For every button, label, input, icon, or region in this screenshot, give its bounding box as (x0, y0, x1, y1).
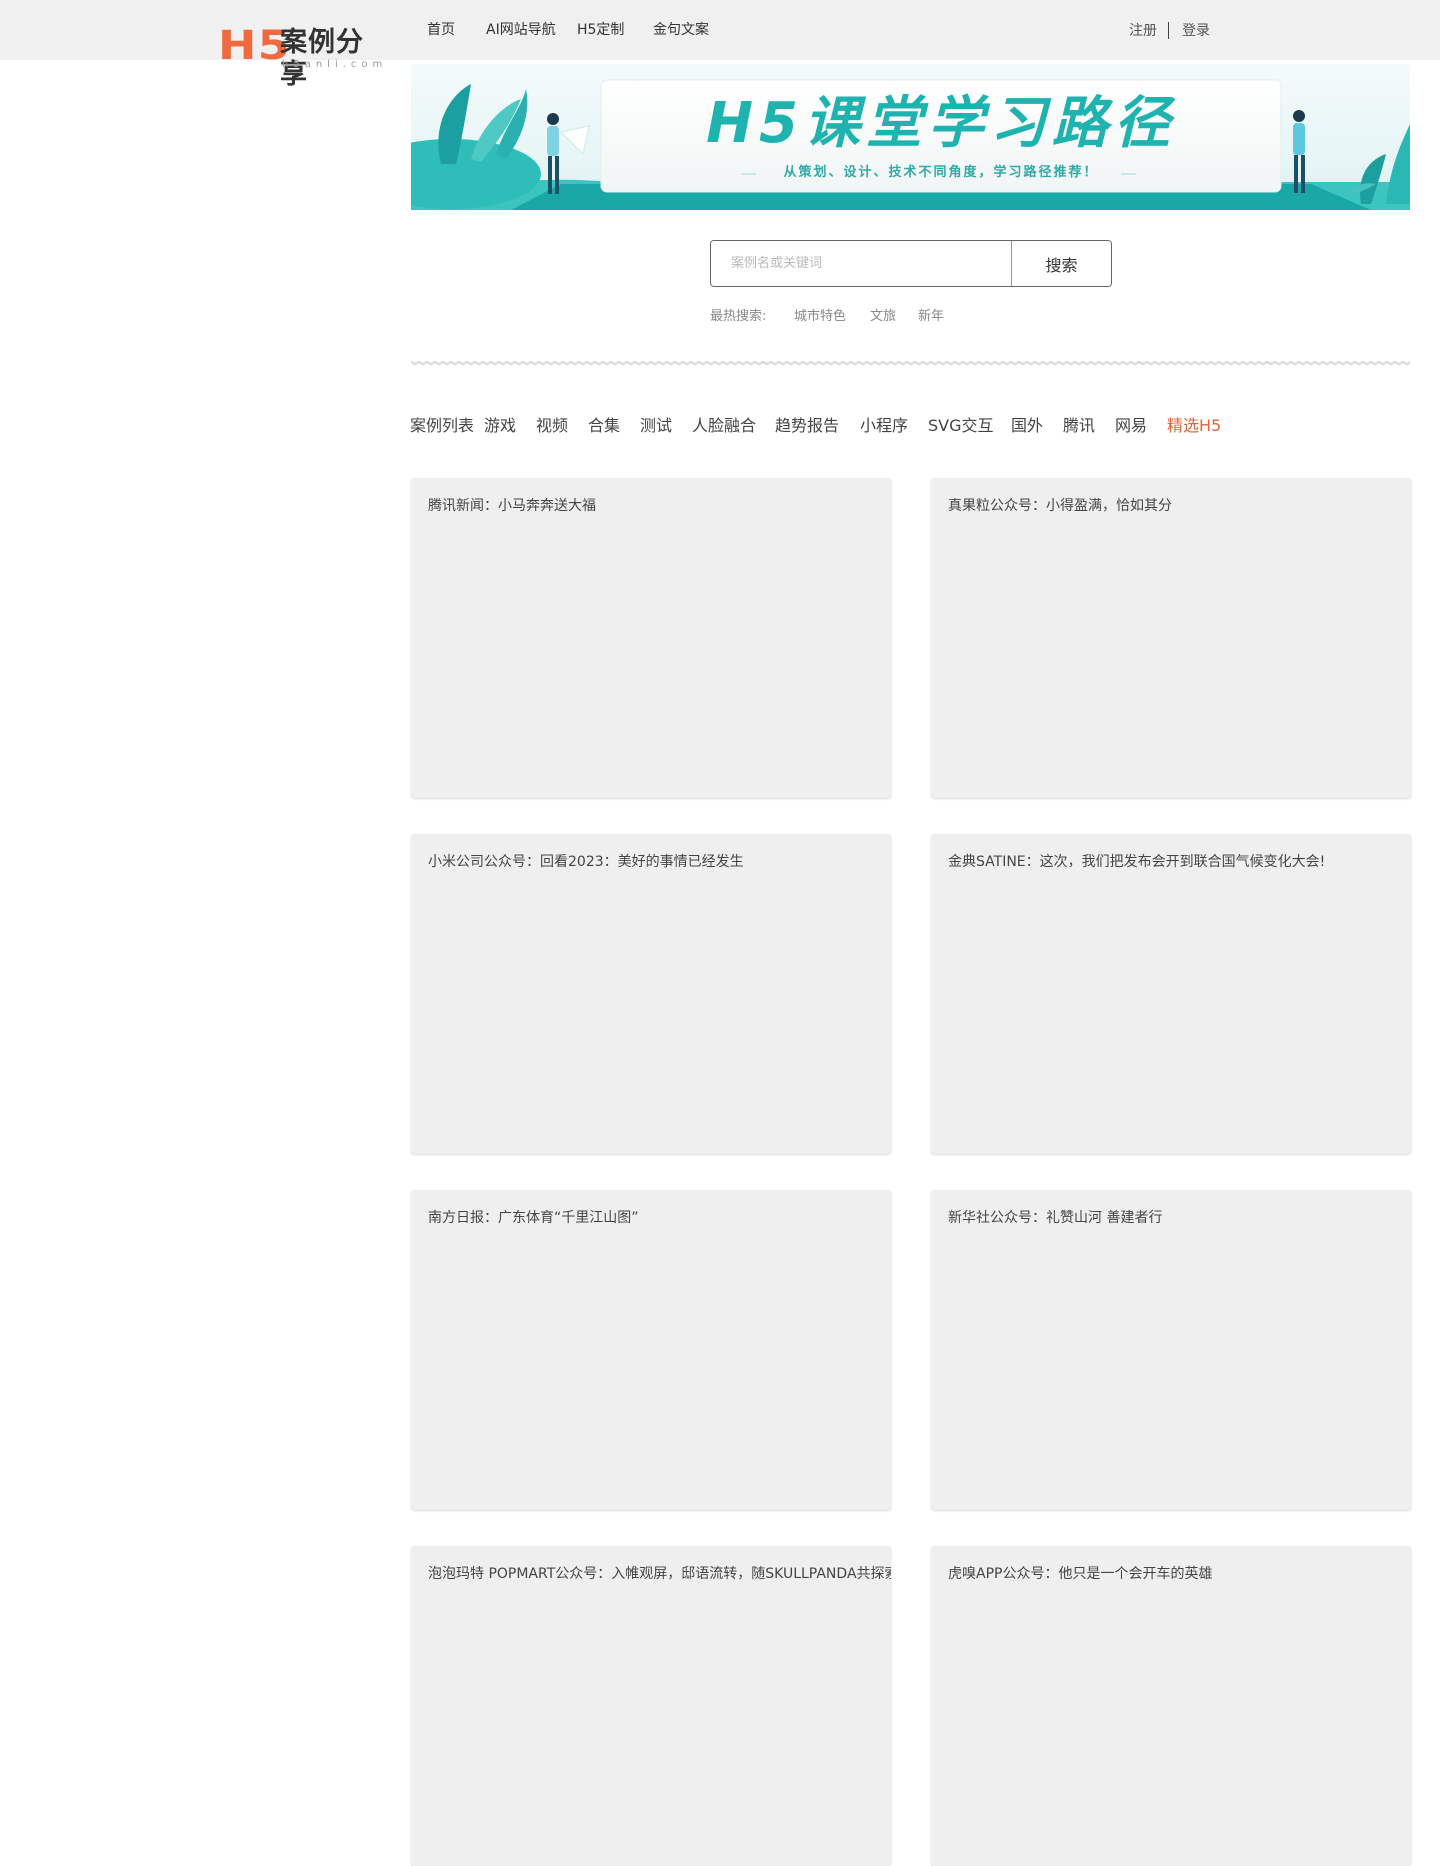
category-collection[interactable]: 合集 (588, 415, 620, 437)
case-card-title: 真果粒公众号：小得盈满，恰如其分 (948, 498, 1172, 514)
nav-item-h5-custom[interactable]: H5定制 (577, 20, 624, 40)
category-svg-interactive[interactable]: SVG交互 (928, 415, 994, 437)
category-overseas[interactable]: 国外 (1011, 415, 1043, 437)
top-bar (0, 0, 1440, 60)
category-trend-report[interactable]: 趋势报告 (775, 415, 839, 437)
case-card[interactable]: 新华社公众号：礼赞山河 善建者行 (931, 1190, 1411, 1510)
case-card[interactable]: 腾讯新闻：小马奔奔送大福 (411, 478, 891, 798)
login-link[interactable]: 登录 (1182, 21, 1210, 41)
case-card-title: 虎嗅APP公众号：他只是一个会开车的英雄 (948, 1566, 1213, 1582)
case-card[interactable]: 金典SATINE：这次，我们把发布会开到联合国气候变化大会! (931, 834, 1411, 1154)
auth-divider (1168, 22, 1169, 39)
case-card[interactable]: 小米公司公众号：回看2023：美好的事情已经发生 (411, 834, 891, 1154)
hot-search-label: 最热搜索: (710, 309, 767, 324)
category-video[interactable]: 视频 (536, 415, 568, 437)
category-games[interactable]: 游戏 (484, 415, 516, 437)
category-netease[interactable]: 网易 (1115, 415, 1147, 437)
search-box: 搜索 (710, 240, 1112, 287)
category-list-label[interactable]: 案例列表 (410, 415, 474, 437)
category-featured-h5[interactable]: 精选H5 (1167, 415, 1221, 437)
case-card-title: 金典SATINE：这次，我们把发布会开到联合国气候变化大会! (948, 854, 1326, 870)
case-card-title: 南方日报：广东体育“千里江山图” (428, 1210, 639, 1226)
case-card-title: 腾讯新闻：小马奔奔送大福 (428, 498, 596, 514)
hot-search-term[interactable]: 城市特色 (794, 307, 846, 327)
case-card-title: 小米公司公众号：回看2023：美好的事情已经发生 (428, 854, 744, 870)
hot-search-term[interactable]: 新年 (918, 307, 944, 327)
site-logo[interactable]: H5 案例分享 h5anli.com (218, 22, 388, 90)
category-test[interactable]: 测试 (640, 415, 672, 437)
nav-item-home[interactable]: 首页 (427, 20, 455, 40)
case-card[interactable]: 南方日报：广东体育“千里江山图” (411, 1190, 891, 1510)
nav-item-ai-nav[interactable]: AI网站导航 (486, 20, 556, 40)
logo-domain: h5anli.com (282, 59, 388, 70)
category-tencent[interactable]: 腾讯 (1063, 415, 1095, 437)
case-card[interactable]: 虎嗅APP公众号：他只是一个会开车的英雄 (931, 1546, 1411, 1866)
case-card[interactable]: 真果粒公众号：小得盈满，恰如其分 (931, 478, 1411, 798)
category-face-fusion[interactable]: 人脸融合 (692, 415, 756, 437)
case-card[interactable]: 泡泡玛特 POPMART公众号：入帷观屏，邸语流转，随SKULLPANDA共探索 (411, 1546, 891, 1866)
hot-search-term[interactable]: 文旅 (870, 307, 896, 327)
promo-banner[interactable]: H5课堂学习路径 从策划、设计、技术不同角度，学习路径推荐！ (411, 64, 1410, 210)
wavy-divider (411, 361, 1410, 365)
category-mini-program[interactable]: 小程序 (860, 415, 908, 437)
register-link[interactable]: 注册 (1129, 21, 1157, 41)
banner-title: H5课堂学习路径 (706, 91, 1176, 156)
banner-subtitle: 从策划、设计、技术不同角度，学习路径推荐！ (783, 165, 1099, 180)
case-card-title: 新华社公众号：礼赞山河 善建者行 (948, 1210, 1163, 1226)
search-input[interactable] (711, 241, 1011, 286)
case-card-title: 泡泡玛特 POPMART公众号：入帷观屏，邸语流转，随SKULLPANDA共探索 (428, 1566, 891, 1582)
search-button[interactable]: 搜索 (1012, 241, 1111, 286)
nav-item-quotes[interactable]: 金句文案 (653, 20, 709, 40)
